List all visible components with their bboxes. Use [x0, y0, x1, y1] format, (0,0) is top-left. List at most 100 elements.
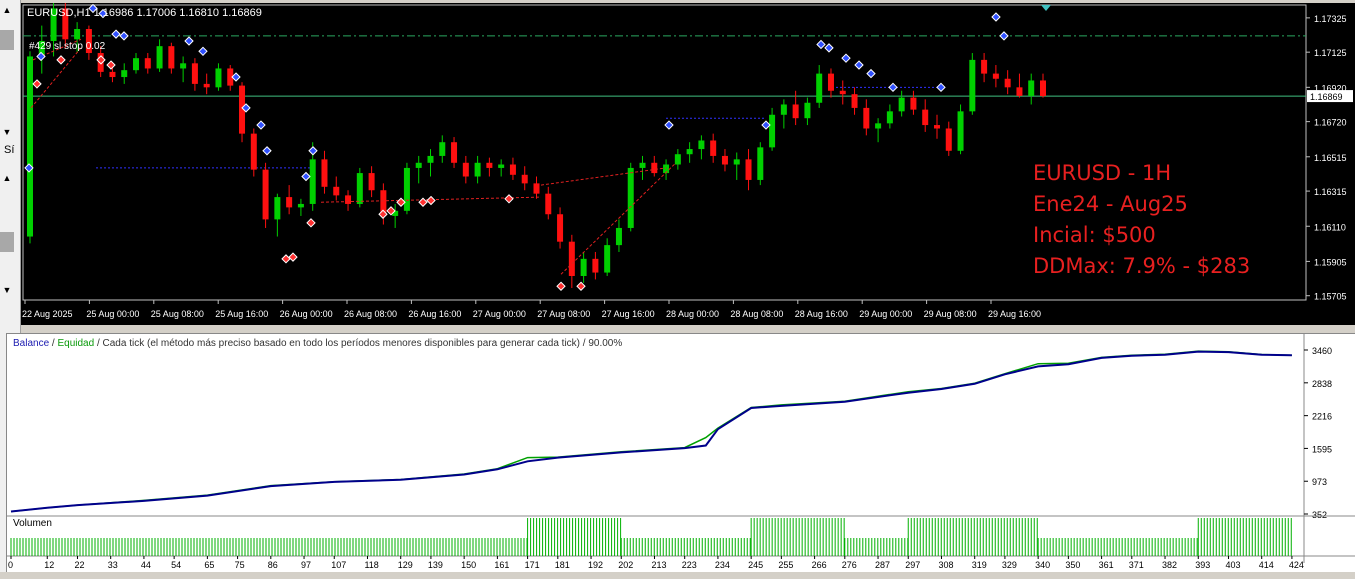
scroll-up-icon[interactable]: ▲ [0, 4, 14, 16]
x-tick-label: 340 [1035, 560, 1050, 570]
candle-body [403, 167, 410, 211]
trade-arrow-icon [841, 53, 851, 63]
price-tick-label: 1.17125 [1314, 48, 1347, 58]
trade-arrow-icon [824, 43, 834, 53]
scroll-thumb[interactable] [0, 30, 14, 50]
time-tick-label: 27 Aug 00:00 [473, 309, 526, 319]
candle-body [710, 140, 717, 156]
time-tick-label: 28 Aug 00:00 [666, 309, 719, 319]
candle-body [74, 29, 81, 40]
status-bar [0, 572, 1355, 577]
trade-arrow-icon [306, 218, 316, 228]
x-tick-label: 319 [972, 560, 987, 570]
price-tick-label: 1.16515 [1314, 153, 1347, 163]
candle-body [686, 149, 693, 155]
trade-arrow-icon [816, 39, 826, 50]
scroll-up-icon-2[interactable]: ▲ [0, 172, 14, 184]
time-tick-label: 26 Aug 08:00 [344, 309, 397, 319]
candle-body [851, 94, 858, 108]
candle-body [804, 102, 811, 119]
chart-overlay-notes: EURUSD - 1H Ene24 - Aug25 Incial: $500 D… [1033, 158, 1250, 282]
candle-body [568, 241, 575, 276]
trade-arrow-icon [576, 281, 586, 291]
candle-body [262, 169, 269, 220]
candle-body [144, 58, 151, 69]
tester-mode-text: / Cada tick (el método más preciso basad… [96, 338, 623, 349]
trade-arrow-icon [504, 194, 514, 204]
candle-body [109, 71, 116, 78]
candle-body [297, 203, 304, 208]
trade-arrow-icon [866, 68, 876, 79]
x-tick-label: 171 [525, 560, 540, 570]
candle-body [898, 97, 905, 112]
overlay-line-3: Incial: $500 [1033, 223, 1156, 247]
candle-body [415, 162, 422, 168]
trade-arrow-icon [111, 29, 121, 39]
candle-body [191, 63, 198, 84]
time-tick-label: 25 Aug 00:00 [86, 309, 139, 319]
candle-body [156, 46, 163, 69]
x-tick-label: 75 [235, 560, 245, 570]
x-tick-label: 297 [905, 560, 920, 570]
candle-body [592, 258, 599, 273]
candle-body [957, 111, 964, 151]
candle-body [639, 162, 646, 168]
candle-body [580, 258, 587, 276]
balance-chart[interactable]: 3460 2838 2216 1595 973 352 0 12 22 33 44 54 65 75 86 9… [7, 334, 1355, 574]
time-tick-label: 26 Aug 16:00 [408, 309, 461, 319]
candle-body [969, 59, 976, 112]
y-tick-label: 2216 [1312, 412, 1332, 422]
candle-body [439, 142, 446, 156]
trade-arrow-icon [396, 197, 406, 207]
candle-body [910, 97, 917, 110]
time-tick-label: 26 Aug 00:00 [280, 309, 333, 319]
candle-body [674, 154, 681, 165]
candle-body [992, 73, 999, 79]
scroll-thumb-2[interactable] [0, 232, 14, 252]
x-tick-label: 139 [428, 560, 443, 570]
x-tick-label: 393 [1195, 560, 1210, 570]
time-tick-label: 29 Aug 16:00 [988, 309, 1041, 319]
trade-arrow-icon [281, 254, 291, 264]
x-tick-label: 361 [1099, 560, 1114, 570]
candle-body [1004, 78, 1011, 88]
tester-graph-panel[interactable]: 3460 2838 2216 1595 973 352 0 12 22 33 44 54 65 75 86 9… [6, 333, 1355, 575]
trade-arrow-icon [888, 82, 898, 93]
price-tick-label: 1.15705 [1314, 292, 1347, 302]
scroll-down-icon[interactable]: ▼ [0, 126, 14, 138]
candle-body [780, 104, 787, 115]
time-tick-label: 25 Aug 16:00 [215, 309, 268, 319]
candle-body [615, 227, 622, 246]
tester-legend: Balance / Equidad / Cada tick (el método… [13, 338, 623, 349]
candle-body [733, 159, 740, 165]
time-tick-label: 27 Aug 08:00 [537, 309, 590, 319]
x-tick-label: 213 [651, 560, 666, 570]
candle-body [863, 107, 870, 129]
price-tick-label: 1.16720 [1314, 118, 1347, 128]
candle-body [557, 214, 564, 242]
candle-body [545, 193, 552, 215]
candle-body [274, 197, 281, 220]
candle-body [945, 128, 952, 151]
candle-body [368, 173, 375, 191]
symbol-header: EURUSD,H1 1.16986 1.17006 1.16810 1.1686… [27, 7, 262, 19]
trade-arrow-icon [106, 60, 116, 70]
trade-arrow-icon [426, 195, 436, 206]
scroll-down-icon-2[interactable]: ▼ [0, 284, 14, 296]
trade-arrow-icon [999, 31, 1009, 41]
candle-body [533, 183, 540, 194]
candle-body [816, 73, 823, 103]
candle-body [286, 197, 293, 208]
x-tick-label: 44 [141, 560, 151, 570]
candle-body [886, 111, 893, 124]
candle-body [356, 173, 363, 204]
candle-body [792, 104, 799, 119]
y-tick-label: 973 [1312, 477, 1327, 487]
trade-arrow-icon [262, 146, 272, 156]
time-tick-label: 29 Aug 08:00 [924, 309, 977, 319]
x-tick-label: 33 [108, 560, 118, 570]
candle-body [769, 114, 776, 148]
price-chart-panel[interactable]: 1.17325 1.17125 1.16920 1.16720 1.16515 1.163… [21, 0, 1355, 325]
price-tick-label: 1.15905 [1314, 257, 1347, 267]
time-tick-label: 28 Aug 16:00 [795, 309, 848, 319]
